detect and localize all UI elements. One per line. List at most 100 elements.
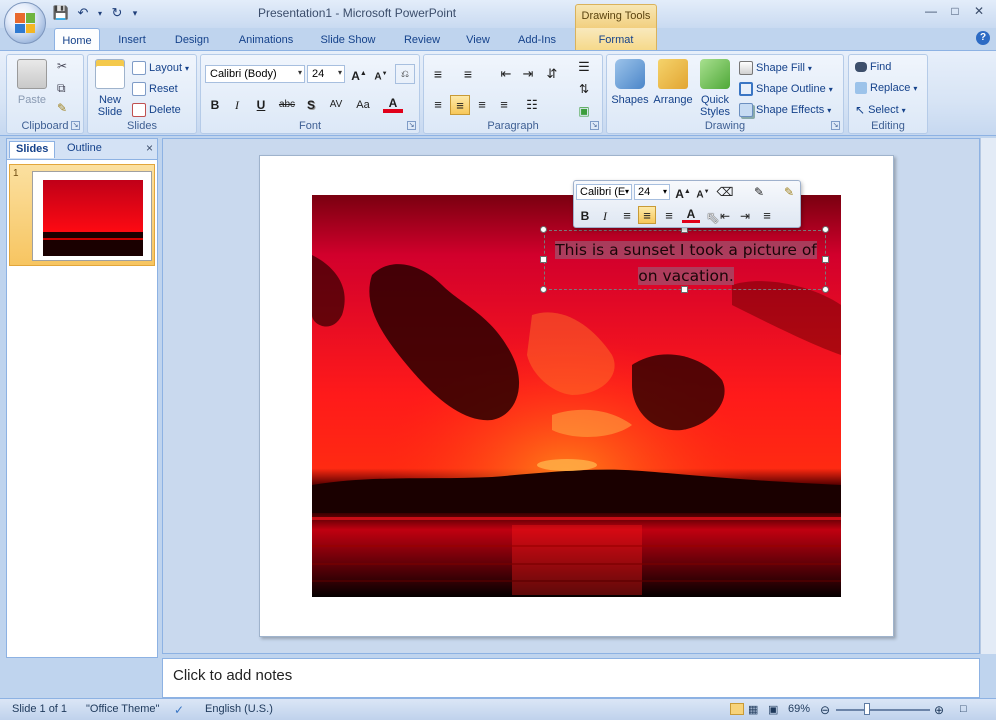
copy-icon[interactable]: ⧉ xyxy=(57,81,66,96)
italic-button[interactable]: I xyxy=(227,95,247,115)
change-case-button[interactable]: Aa xyxy=(351,95,375,115)
shape-effects-button[interactable]: Shape Effects ▾ xyxy=(739,103,831,117)
mini-bullets-icon[interactable]: ≡ xyxy=(758,207,776,225)
mini-clear-format-icon[interactable]: ⌫ xyxy=(716,183,734,201)
slide-thumbnail-selected[interactable]: 1 xyxy=(9,164,155,266)
clipboard-launcher-icon[interactable]: ↘ xyxy=(71,121,80,130)
shape-fill-button[interactable]: Shape Fill ▾ xyxy=(739,61,812,75)
mini-shrink-font-icon[interactable]: A▼ xyxy=(694,183,712,201)
shape-outline-button[interactable]: Shape Outline ▾ xyxy=(739,82,833,96)
mini-bold-button[interactable]: B xyxy=(576,207,594,225)
resize-handle-bottom-center[interactable] xyxy=(681,286,688,293)
tab-slides[interactable]: Slides xyxy=(9,141,56,158)
resize-handle-top-right[interactable] xyxy=(822,226,829,233)
font-size-combo[interactable]: 24 ▾ xyxy=(307,65,345,83)
spelling-check-icon[interactable]: ✓ xyxy=(174,703,184,717)
delete-button[interactable]: Delete xyxy=(132,103,181,117)
slide-sorter-view-icon[interactable]: ▦ xyxy=(748,703,758,716)
align-left-icon[interactable]: ≡ xyxy=(428,95,448,115)
tab-outline[interactable]: Outline xyxy=(61,141,108,158)
resize-handle-bottom-left[interactable] xyxy=(540,286,547,293)
columns-layout-icon[interactable]: ☷ xyxy=(522,95,542,115)
layout-button[interactable]: Layout ▾ xyxy=(132,61,189,75)
format-painter-icon[interactable]: ✎ xyxy=(57,101,67,115)
close-panel-icon[interactable]: × xyxy=(146,141,153,155)
replace-button[interactable]: Replace ▾ xyxy=(855,82,917,94)
normal-view-icon[interactable] xyxy=(730,703,744,715)
align-center-icon[interactable]: ≡ xyxy=(450,95,470,115)
fit-to-window-icon[interactable]: □ xyxy=(960,703,967,715)
office-button[interactable] xyxy=(4,2,46,44)
zoom-slider-thumb[interactable] xyxy=(864,703,870,715)
align-right-icon[interactable]: ≡ xyxy=(472,95,492,115)
mini-italic-button[interactable]: I xyxy=(596,207,614,225)
tab-view[interactable]: View xyxy=(462,31,494,50)
clear-formatting-icon[interactable]: ⎌ xyxy=(395,64,415,84)
columns-icon[interactable]: ☰ xyxy=(574,57,594,77)
line-spacing-icon[interactable]: ⇵ xyxy=(542,64,562,84)
increase-indent-icon[interactable]: ⇥ xyxy=(518,64,538,84)
mini-font-color-button[interactable]: A xyxy=(682,205,700,223)
font-name-combo[interactable]: Calibri (Body) ▾ xyxy=(205,65,305,83)
quick-styles-button[interactable]: Quick Styles xyxy=(697,59,733,118)
notes-pane[interactable]: Click to add notes xyxy=(162,658,980,698)
slide-thumbnail[interactable] xyxy=(32,171,152,261)
tab-animations[interactable]: Animations xyxy=(234,31,298,50)
zoom-level[interactable]: 69% xyxy=(788,703,810,715)
undo-dropdown-icon[interactable]: ▾ xyxy=(96,4,104,22)
redo-icon[interactable]: ↻ xyxy=(108,4,126,22)
vertical-scrollbar[interactable] xyxy=(980,138,996,654)
mini-font-name-combo[interactable]: Calibri (E ▾ xyxy=(576,184,632,200)
tab-slide-show[interactable]: Slide Show xyxy=(316,31,380,50)
tab-design[interactable]: Design xyxy=(170,31,214,50)
reset-button[interactable]: Reset xyxy=(132,82,178,96)
tab-insert[interactable]: Insert xyxy=(112,31,152,50)
drawing-launcher-icon[interactable]: ↘ xyxy=(831,121,840,130)
resize-handle-middle-right[interactable] xyxy=(822,256,829,263)
tab-home[interactable]: Home xyxy=(54,28,100,50)
maximize-button[interactable]: □ xyxy=(944,4,966,18)
resize-handle-top-left[interactable] xyxy=(540,226,547,233)
mini-grow-font-icon[interactable]: A▲ xyxy=(674,183,692,201)
character-spacing-button[interactable]: AV xyxy=(323,95,349,115)
resize-handle-middle-left[interactable] xyxy=(540,256,547,263)
bold-button[interactable]: B xyxy=(205,95,225,115)
mini-align-center-icon[interactable]: ≡ xyxy=(638,206,656,224)
font-color-button[interactable]: A xyxy=(383,93,403,113)
new-slide-button[interactable]: New Slide xyxy=(92,59,128,118)
cut-icon[interactable]: ✂ xyxy=(57,59,67,73)
find-button[interactable]: Find xyxy=(855,61,891,73)
text-direction-icon[interactable]: ⇅ xyxy=(574,79,594,99)
paste-button[interactable]: Paste xyxy=(15,59,49,106)
grow-font-icon[interactable]: A▲ xyxy=(349,64,369,84)
paragraph-launcher-icon[interactable]: ↘ xyxy=(590,121,599,130)
tab-format[interactable]: Format xyxy=(575,28,657,50)
mini-highlight-icon[interactable]: ✎ xyxy=(750,183,768,201)
font-launcher-icon[interactable]: ↘ xyxy=(407,121,416,130)
tab-review[interactable]: Review xyxy=(400,31,444,50)
mini-align-right-icon[interactable]: ≡ xyxy=(660,207,678,225)
bullets-icon[interactable]: ≡ xyxy=(428,64,448,84)
mini-format-painter-icon[interactable]: ✎ xyxy=(780,183,798,201)
mini-font-size-combo[interactable]: 24 ▾ xyxy=(634,184,670,200)
zoom-in-icon[interactable]: ⊕ xyxy=(934,703,944,717)
slide-show-view-icon[interactable]: ▣ xyxy=(768,703,778,716)
select-button[interactable]: ↖ Select ▾ xyxy=(855,103,906,117)
save-icon[interactable]: 💾 xyxy=(52,4,70,22)
numbering-icon[interactable]: ≡ xyxy=(458,64,478,84)
resize-handle-bottom-right[interactable] xyxy=(822,286,829,293)
minimize-button[interactable]: — xyxy=(920,4,942,18)
justify-icon[interactable]: ≡ xyxy=(494,95,514,115)
language[interactable]: English (U.S.) xyxy=(205,703,273,715)
arrange-button[interactable]: Arrange xyxy=(653,59,693,106)
strikethrough-button[interactable]: abc xyxy=(275,95,299,115)
caption-text[interactable]: This is a sunset I took a picture of on … xyxy=(553,237,819,289)
mini-align-left-icon[interactable]: ≡ xyxy=(618,207,636,225)
convert-smartart-icon[interactable]: ▣ xyxy=(574,101,594,121)
close-button[interactable]: ✕ xyxy=(968,4,990,18)
tab-add-ins[interactable]: Add-Ins xyxy=(514,31,560,50)
shapes-button[interactable]: Shapes xyxy=(611,59,649,106)
shrink-font-icon[interactable]: A▼ xyxy=(371,64,391,84)
undo-icon[interactable]: ↶ xyxy=(74,4,92,22)
zoom-slider[interactable] xyxy=(836,709,930,711)
